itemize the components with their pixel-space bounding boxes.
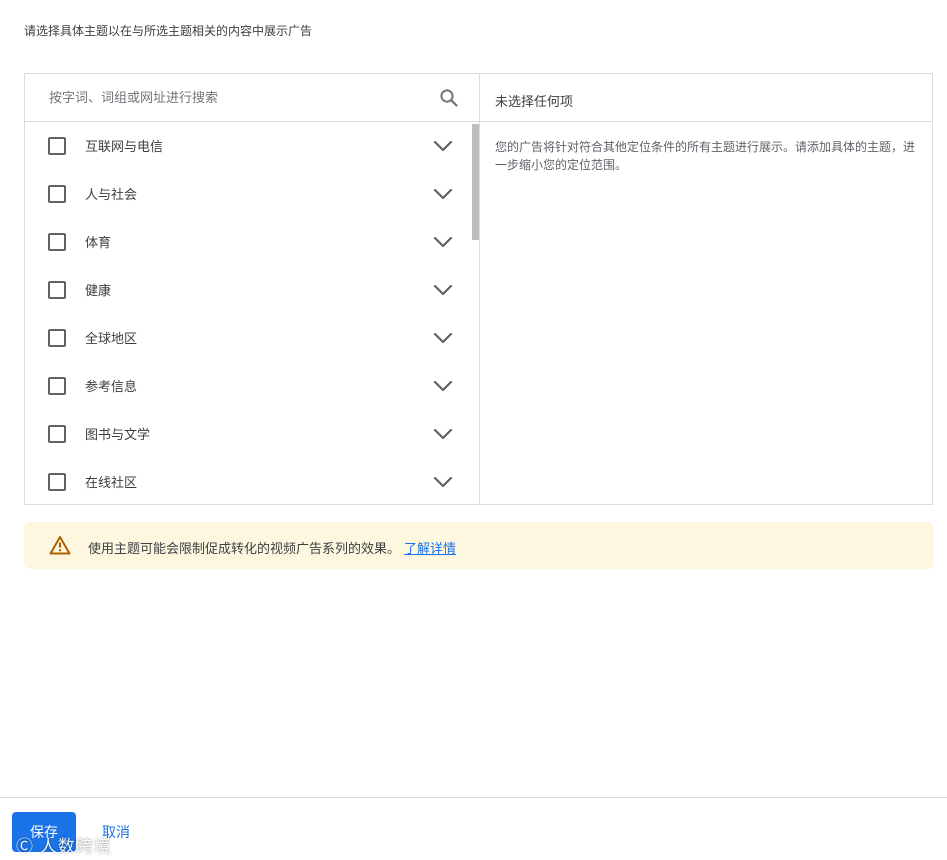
selected-topics-pane: 未选择任何项 您的广告将针对符合其他定位条件的所有主题进行展示。请添加具体的主题… [480, 74, 932, 504]
chevron-down-icon[interactable] [431, 281, 455, 299]
topic-checkbox[interactable] [48, 473, 66, 491]
learn-more-link[interactable]: 了解详情 [404, 541, 456, 556]
chevron-down-icon[interactable] [431, 425, 455, 443]
cancel-button[interactable]: 取消 [92, 812, 140, 852]
topic-checkbox[interactable] [48, 233, 66, 251]
topic-label: 互联网与电信 [85, 139, 164, 154]
topic-label: 图书与文学 [85, 427, 151, 442]
topic-label: 健康 [85, 283, 112, 298]
topic-list-item[interactable]: 全球地区 [25, 314, 479, 362]
topic-label: 在线社区 [85, 475, 138, 490]
instruction-text: 请选择具体主题以在与所选主题相关的内容中展示广告 [24, 24, 313, 38]
topic-checkbox[interactable] [48, 281, 66, 299]
topic-list: 互联网与电信 人与社会体育健康全球地区参考信息图书与文学在线社区 [25, 122, 479, 504]
topic-checkbox[interactable] [48, 185, 66, 203]
chevron-down-icon[interactable] [431, 137, 455, 155]
topic-label: 参考信息 [85, 379, 138, 394]
topic-label: 人与社会 [85, 187, 138, 202]
chevron-down-icon[interactable] [431, 233, 455, 251]
chevron-down-icon[interactable] [431, 473, 455, 491]
topic-list-item[interactable]: 健康 [25, 266, 479, 314]
topic-list-item[interactable]: 在线社区 [25, 458, 479, 504]
selected-header: 未选择任何项 [480, 74, 932, 122]
scrollbar-thumb[interactable] [472, 124, 479, 240]
warning-text: 使用主题可能会限制促成转化的视频广告系列的效果。 了解详情 [88, 538, 456, 557]
topic-checkbox[interactable] [48, 425, 66, 443]
search-icon[interactable] [439, 88, 459, 108]
chevron-down-icon[interactable] [431, 377, 455, 395]
search-bar [25, 74, 479, 122]
warning-triangle-icon [49, 535, 71, 555]
topic-label: 全球地区 [85, 331, 138, 346]
save-button[interactable]: 保存 [12, 812, 76, 852]
selected-description: 您的广告将针对符合其他定位条件的所有主题进行展示。请添加具体的主题，进一步缩小您… [495, 140, 916, 172]
topic-label: 体育 [85, 235, 112, 250]
topic-checkbox[interactable] [48, 329, 66, 347]
topic-checkbox[interactable] [48, 377, 66, 395]
warning-message: 使用主题可能会限制促成转化的视频广告系列的效果。 [88, 541, 401, 556]
footer-divider [0, 797, 947, 798]
topic-list-item[interactable]: 体育 [25, 218, 479, 266]
warning-banner: 使用主题可能会限制促成转化的视频广告系列的效果。 了解详情 [24, 522, 934, 569]
topic-picker: 互联网与电信人与社会体育健康全球地区参考信息图书与文学在线社区 未选择任何项 您… [24, 73, 933, 505]
chevron-down-icon[interactable] [431, 329, 455, 347]
topic-list-item[interactable]: 图书与文学 [25, 410, 479, 458]
topic-targeting-page: 请选择具体主题以在与所选主题相关的内容中展示广告 互联网与电信人与社会体育健康全… [0, 0, 947, 860]
search-input[interactable] [25, 74, 425, 121]
topic-checkbox[interactable] [48, 137, 66, 155]
chevron-down-icon[interactable] [431, 185, 455, 203]
topic-list-item[interactable]: 参考信息 [25, 362, 479, 410]
topic-list-item[interactable]: 互联网与电信 [25, 122, 479, 170]
topic-list-item[interactable]: 人与社会 [25, 170, 479, 218]
topic-browse-pane: 互联网与电信人与社会体育健康全球地区参考信息图书与文学在线社区 [25, 74, 480, 504]
